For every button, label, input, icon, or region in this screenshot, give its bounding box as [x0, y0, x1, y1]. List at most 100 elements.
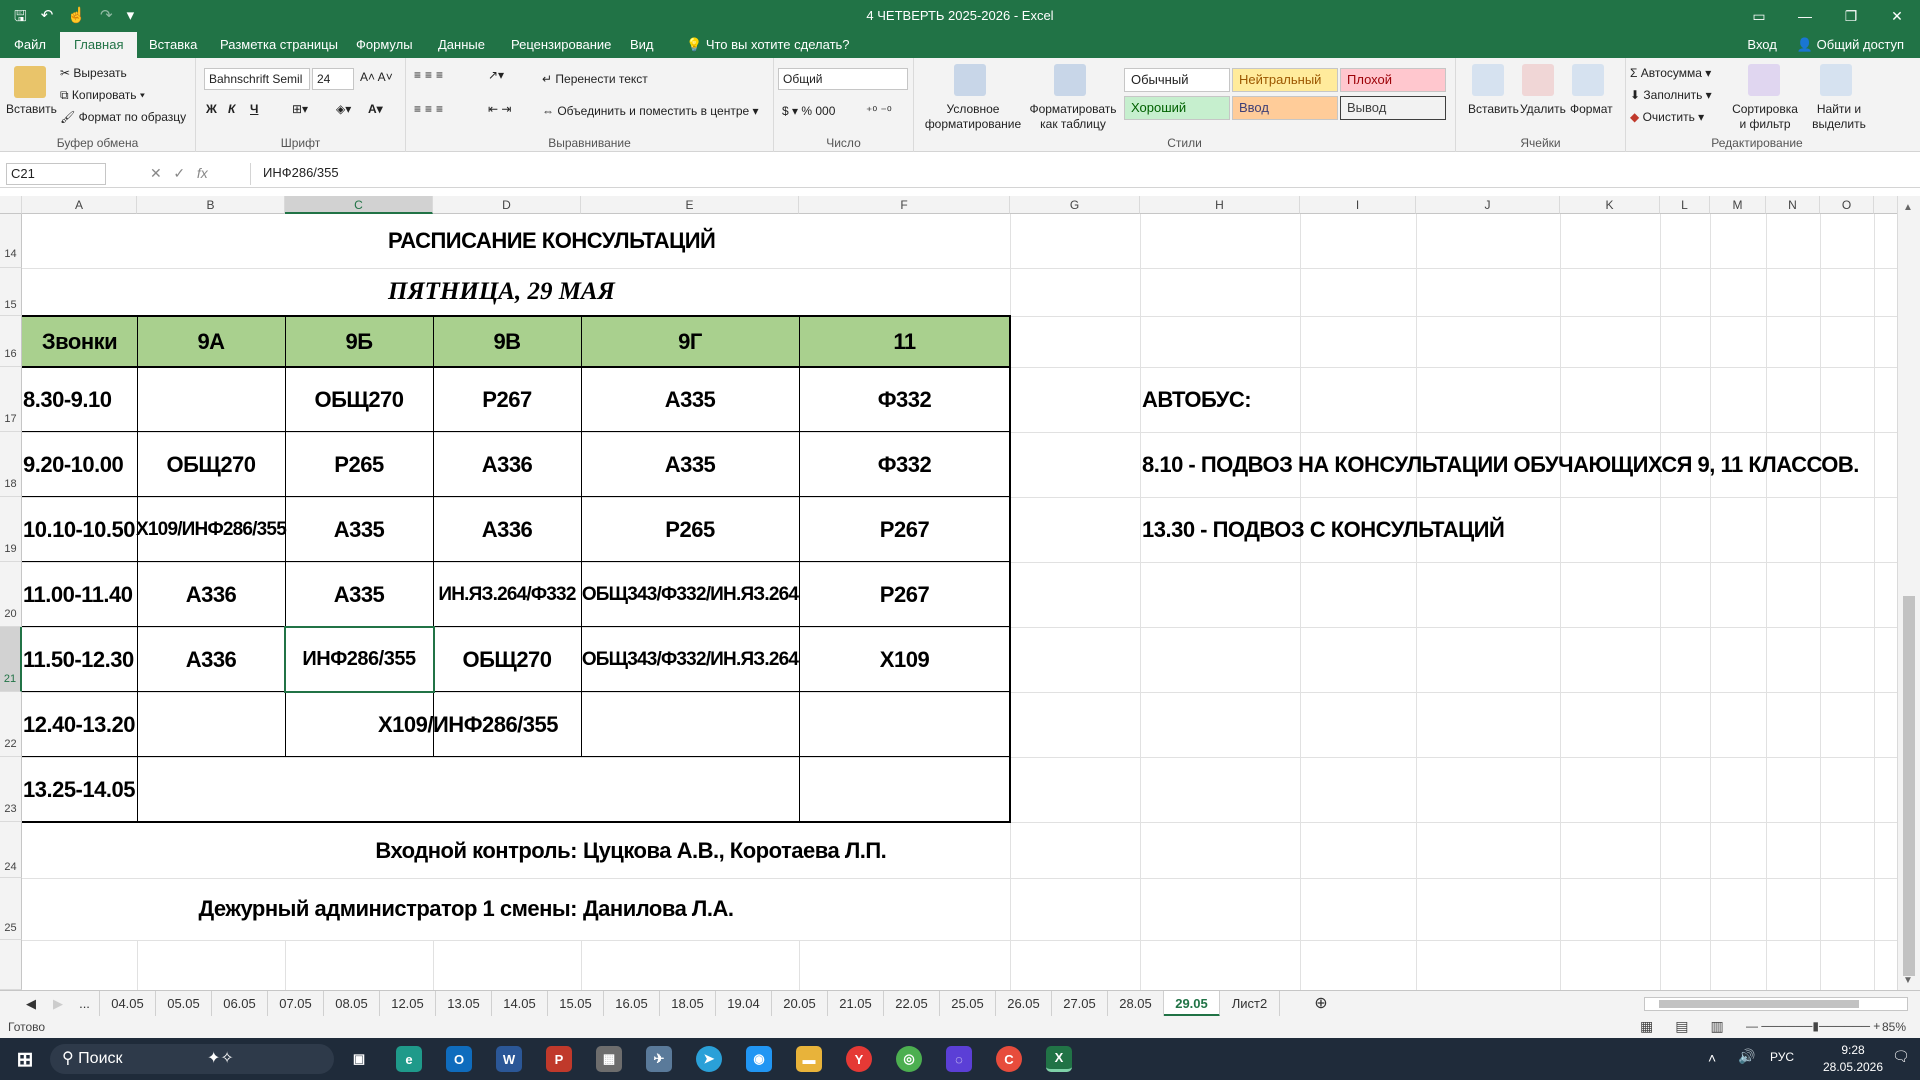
- col-header-a[interactable]: A: [22, 196, 137, 214]
- sign-in-link[interactable]: Вход: [1747, 32, 1776, 58]
- ribbon-display-icon[interactable]: ▭: [1736, 0, 1782, 32]
- windows-start-icon[interactable]: ⊞: [12, 1046, 38, 1072]
- select-all-corner[interactable]: [0, 196, 22, 214]
- row-header-24[interactable]: 24: [0, 822, 22, 878]
- col-header-e[interactable]: E: [581, 196, 799, 214]
- col-header-j[interactable]: J: [1416, 196, 1560, 214]
- clock[interactable]: 9:28 28.05.2026: [1818, 1042, 1888, 1076]
- tab-review[interactable]: Рецензирование: [497, 32, 625, 58]
- close-button[interactable]: ✕: [1874, 0, 1920, 32]
- minimize-button[interactable]: —: [1782, 0, 1828, 32]
- volume-icon[interactable]: 🔊: [1738, 1048, 1755, 1065]
- font-size-combo[interactable]: 24: [312, 68, 354, 90]
- restore-button[interactable]: ❐: [1828, 0, 1874, 32]
- italic-button[interactable]: К: [228, 102, 235, 116]
- col-header-n[interactable]: N: [1766, 196, 1820, 214]
- tray-chevron-icon[interactable]: ˄: [1708, 1050, 1716, 1066]
- sheet-tab-more[interactable]: ...: [70, 991, 100, 1017]
- sheet-tab[interactable]: 12.05: [380, 991, 436, 1017]
- insert-cells-button[interactable]: Вставить: [1468, 102, 1519, 116]
- tell-me-search[interactable]: 💡 Что вы хотите сделать?: [672, 32, 864, 58]
- find-select-icon[interactable]: [1820, 64, 1852, 96]
- paste-button[interactable]: Вставить: [6, 102, 57, 116]
- style-normal[interactable]: Обычный: [1124, 68, 1230, 92]
- font-color-icon[interactable]: A▾: [368, 102, 383, 116]
- tab-home[interactable]: Главная: [60, 32, 138, 58]
- zoom-level[interactable]: 85%: [1882, 1020, 1906, 1034]
- prev-sheet-icon[interactable]: ◀: [16, 991, 46, 1017]
- sheet-tab[interactable]: 08.05: [324, 991, 380, 1017]
- chat-app-icon[interactable]: ◌: [946, 1046, 972, 1072]
- fill-button[interactable]: ⬇ Заполнить ▾: [1630, 88, 1712, 102]
- style-neutral[interactable]: Нейтральный: [1232, 68, 1338, 92]
- notifications-icon[interactable]: 🗨: [1892, 1048, 1910, 1065]
- enter-icon[interactable]: ✓: [173, 165, 185, 181]
- conditional-format-icon[interactable]: [954, 64, 986, 96]
- col-header-o[interactable]: O: [1820, 196, 1874, 214]
- sheet-tab[interactable]: 16.05: [604, 991, 660, 1017]
- style-input[interactable]: Ввод: [1232, 96, 1338, 120]
- powerpoint-icon[interactable]: P: [546, 1046, 572, 1072]
- wrap-text-button[interactable]: ↵ Перенести текст: [542, 72, 648, 86]
- scroll-thumb[interactable]: [1903, 596, 1915, 976]
- sort-filter-icon[interactable]: [1748, 64, 1780, 96]
- col-header-c[interactable]: C: [285, 196, 433, 214]
- sheet-tab[interactable]: 18.05: [660, 991, 716, 1017]
- cancel-icon[interactable]: ✕: [150, 165, 162, 181]
- underline-button[interactable]: Ч: [250, 102, 258, 116]
- sheet-tab[interactable]: 27.05: [1052, 991, 1108, 1017]
- browser-app-icon[interactable]: C: [996, 1046, 1022, 1072]
- col-header-i[interactable]: I: [1300, 196, 1416, 214]
- taskbar-search[interactable]: ⚲ Поиск ✦✧: [50, 1044, 334, 1074]
- function-icon[interactable]: fx: [197, 165, 208, 181]
- col-header-m[interactable]: M: [1710, 196, 1766, 214]
- format-table-icon[interactable]: [1054, 64, 1086, 96]
- decimal-icons[interactable]: ⁺⁰ ⁻⁰: [866, 104, 892, 118]
- font-name-combo[interactable]: Bahnschrift Semil: [204, 68, 310, 90]
- currency-icon[interactable]: $ ▾ % 000: [782, 104, 835, 118]
- tab-page-layout[interactable]: Разметка страницы: [206, 32, 352, 58]
- name-box[interactable]: C21: [6, 163, 106, 185]
- outlook-icon[interactable]: O: [446, 1046, 472, 1072]
- add-sheet-icon[interactable]: ⊕: [1306, 991, 1336, 1017]
- style-output[interactable]: Вывод: [1340, 96, 1446, 120]
- sort-filter-button[interactable]: Сортировка и фильтр: [1732, 102, 1798, 132]
- sheet-tab[interactable]: 25.05: [940, 991, 996, 1017]
- horizontal-align-icons[interactable]: ≡≡≡: [414, 102, 447, 116]
- fill-color-icon[interactable]: ◈▾: [336, 102, 351, 116]
- col-header-g[interactable]: G: [1010, 196, 1140, 214]
- indent-icons[interactable]: ⇤ ⇥: [488, 102, 511, 116]
- tab-formulas[interactable]: Формулы: [342, 32, 427, 58]
- edge-icon[interactable]: e: [396, 1046, 422, 1072]
- col-header-l[interactable]: L: [1660, 196, 1710, 214]
- chrome-icon[interactable]: ◎: [896, 1046, 922, 1072]
- delete-cells-button[interactable]: Удалить: [1520, 102, 1566, 116]
- h-scroll-thumb[interactable]: [1659, 1000, 1859, 1008]
- sheet-tab[interactable]: 15.05: [548, 991, 604, 1017]
- yandex-browser-icon[interactable]: Y: [846, 1046, 872, 1072]
- number-format-combo[interactable]: Общий: [778, 68, 908, 90]
- vertical-align-icons[interactable]: ≡≡≡: [414, 68, 447, 82]
- sheet-tab[interactable]: 21.05: [828, 991, 884, 1017]
- format-painter-button[interactable]: 🖌 Формат по образцу: [60, 110, 186, 124]
- style-bad[interactable]: Плохой: [1340, 68, 1446, 92]
- col-header-d[interactable]: D: [433, 196, 581, 214]
- cut-button[interactable]: ✂ Вырезать: [60, 66, 127, 80]
- input-language[interactable]: РУС: [1770, 1050, 1794, 1064]
- tab-data[interactable]: Данные: [424, 32, 499, 58]
- sheet-tab[interactable]: Лист2: [1220, 991, 1280, 1017]
- sheet-tab[interactable]: 13.05: [436, 991, 492, 1017]
- paste-icon[interactable]: [14, 66, 46, 98]
- sheet-tab[interactable]: 19.04: [716, 991, 772, 1017]
- row-header-20[interactable]: 20: [0, 562, 22, 627]
- orientation-icon[interactable]: ↗▾: [488, 68, 504, 82]
- row-header-25[interactable]: 25: [0, 878, 22, 940]
- vertical-scrollbar[interactable]: ▲ ▼: [1897, 196, 1920, 990]
- sheet-tab[interactable]: 28.05: [1108, 991, 1164, 1017]
- style-good[interactable]: Хороший: [1124, 96, 1230, 120]
- format-as-table-button[interactable]: Форматировать как таблицу: [1026, 102, 1120, 132]
- sheet-tab[interactable]: 26.05: [996, 991, 1052, 1017]
- insert-cells-icon[interactable]: [1472, 64, 1504, 96]
- row-header-17[interactable]: 17: [0, 367, 22, 432]
- sheet-tab-active[interactable]: 29.05: [1164, 991, 1220, 1017]
